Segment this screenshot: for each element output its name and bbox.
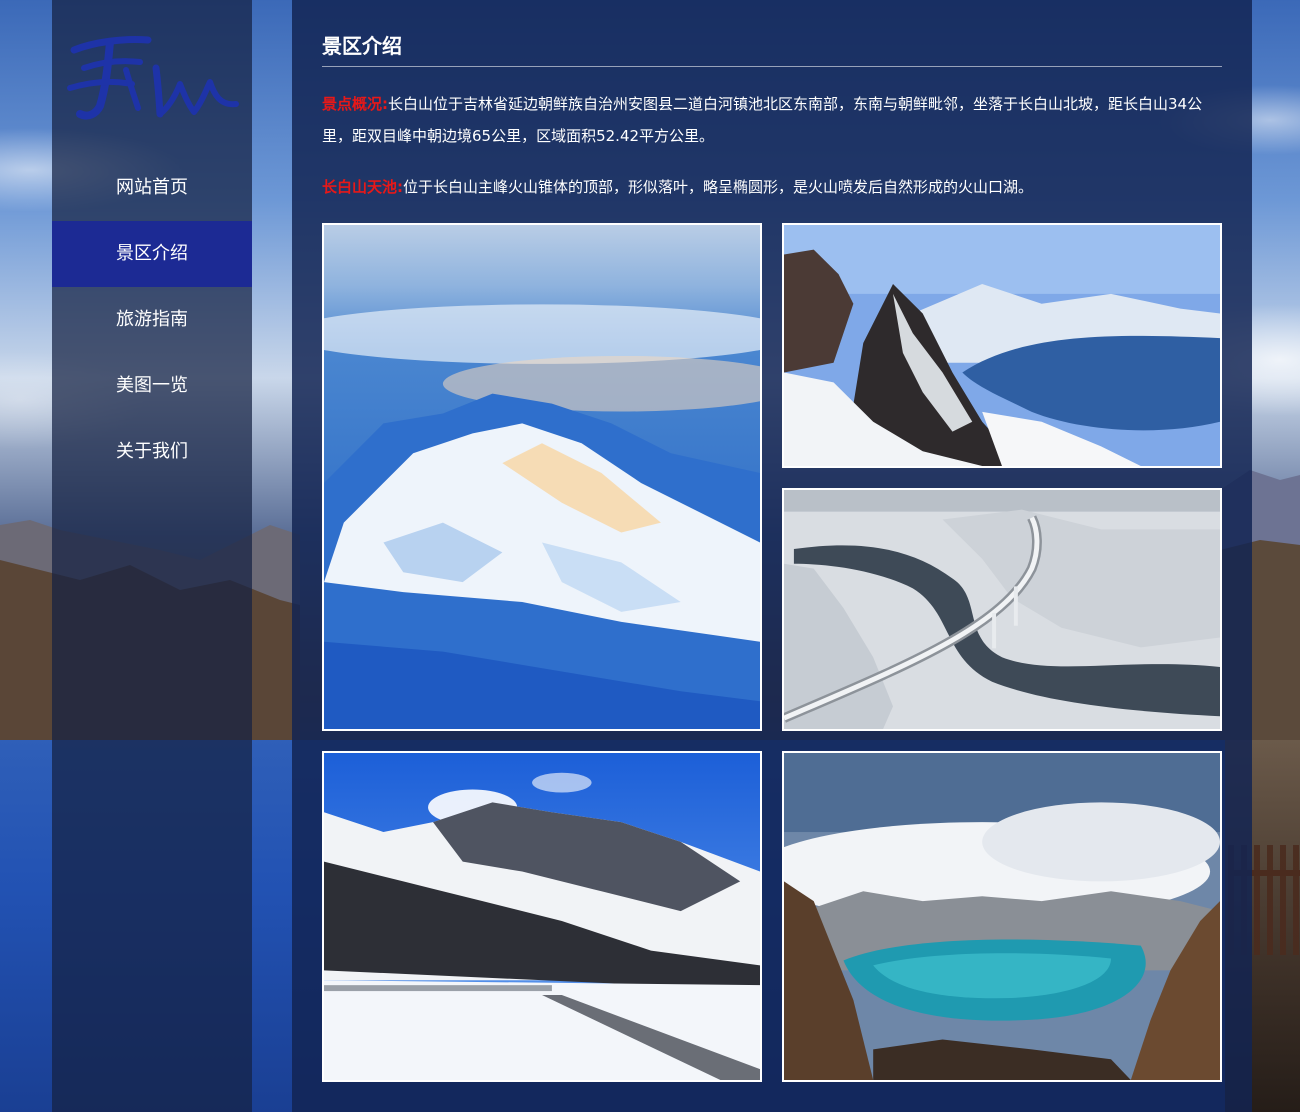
overview-paragraph: 景点概况:长白山位于吉林省延边朝鲜族自治州安图县二道白河镇池北区东南部，东南与朝… (322, 88, 1222, 152)
calligraphy-logo-icon[interactable] (64, 28, 244, 128)
main-nav: 网站首页 景区介绍 旅游指南 美图一览 关于我们 (52, 155, 252, 485)
nav-item-home[interactable]: 网站首页 (52, 155, 252, 221)
tianchi-label: 长白山天池: (322, 178, 403, 196)
nav-item-travel-guide[interactable]: 旅游指南 (52, 287, 252, 353)
nav-item-scenic-intro[interactable]: 景区介绍 (52, 221, 252, 287)
nav-item-gallery[interactable]: 美图一览 (52, 353, 252, 419)
snowy-forest-bridge-image[interactable] (782, 488, 1222, 731)
tianchi-crater-lake-snow-image[interactable] (782, 223, 1222, 468)
overview-label: 景点概况: (322, 95, 388, 113)
aerial-snow-mountain-image[interactable] (322, 223, 762, 731)
nav-item-about-us[interactable]: 关于我们 (52, 419, 252, 485)
page-title: 景区介绍 (322, 34, 402, 58)
snow-valley-boardwalk-image[interactable] (322, 751, 762, 1082)
tianchi-paragraph: 长白山天池:位于长白山主峰火山锥体的顶部，形似落叶，略呈椭圆形，是火山喷发后自然… (322, 171, 1222, 203)
tianchi-text: 位于长白山主峰火山锥体的顶部，形似落叶，略呈椭圆形，是火山喷发后自然形成的火山口… (403, 178, 1034, 196)
main-content: 景区介绍 景点概况:长白山位于吉林省延边朝鲜族自治州安图县二道白河镇池北区东南部… (292, 0, 1252, 1112)
sidebar: 网站首页 景区介绍 旅游指南 美图一览 关于我们 (52, 0, 252, 1112)
title-divider (322, 66, 1222, 67)
overview-text: 长白山位于吉林省延边朝鲜族自治州安图县二道白河镇池北区东南部，东南与朝鲜毗邻，坐… (322, 95, 1203, 145)
turquoise-crater-lake-image[interactable] (782, 751, 1222, 1082)
